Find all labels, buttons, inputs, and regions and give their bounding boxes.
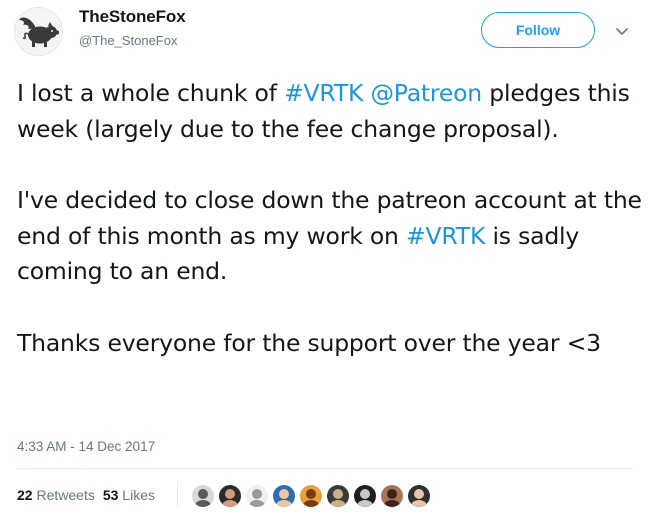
liker-avatar-4[interactable] [272,484,296,508]
tweet-paragraph: Thanks everyone for the support over the… [17,326,647,362]
more-options-button[interactable] [614,23,630,35]
follow-button-label: Follow [515,22,561,38]
tweet-stats: 22 Retweets 53 Likes [17,487,155,503]
liker-avatar-6[interactable] [326,484,350,508]
liker-avatar-3[interactable] [245,484,269,508]
user-avatar-icon [246,485,268,507]
retweets-stat[interactable]: 22 Retweets [17,487,95,503]
mention-link[interactable]: @Patreon [371,79,483,107]
retweets-count: 22 [17,487,33,503]
tweet-text-segment: I lost a whole chunk of [17,79,285,107]
tweet-text: I lost a whole chunk of #VRTK @Patreon p… [17,76,647,361]
likes-count: 53 [102,487,119,503]
user-avatar-icon [273,485,295,507]
user-avatar-icon [354,485,376,507]
liker-avatar-5[interactable] [299,484,323,508]
author-handle[interactable]: @The_StoneFox [79,33,177,48]
author-avatar[interactable] [14,7,63,56]
tweet-paragraph: I lost a whole chunk of #VRTK @Patreon p… [17,76,647,147]
stats-divider [177,481,178,507]
tweet-text-segment [363,79,370,107]
user-avatar-icon [327,485,349,507]
liker-avatar-9[interactable] [407,484,431,508]
likes-stat[interactable]: 53 Likes [103,487,155,503]
retweets-label: Retweets [36,487,95,503]
likes-label: Likes [122,487,155,503]
user-avatar-icon [300,485,322,507]
tweet-text-segment: Thanks everyone for the support over the… [17,328,601,357]
tweet-paragraph: I've decided to close down the patreon a… [17,183,647,290]
user-avatar-icon [219,485,241,507]
hashtag-link[interactable]: #VRTK [284,79,363,107]
user-avatar-icon [381,485,403,507]
author-display-name[interactable]: TheStoneFox [79,7,186,27]
chevron-down-icon [616,28,628,35]
liker-avatar-2[interactable] [218,484,242,508]
tweet-timestamp[interactable]: 4:33 AM - 14 Dec 2017 [17,439,155,454]
user-avatar-icon [192,485,214,507]
liker-avatar-1[interactable] [191,484,215,508]
tweet-card: TheStoneFox @The_StoneFox Follow I lost … [0,0,663,514]
liker-avatar-8[interactable] [380,484,404,508]
follow-button[interactable]: Follow [481,12,595,48]
divider [17,468,633,469]
hashtag-link[interactable]: #VRTK [406,222,485,250]
liker-avatar-7[interactable] [353,484,377,508]
winged-pig-logo-icon [15,8,62,55]
user-avatar-icon [408,485,430,507]
